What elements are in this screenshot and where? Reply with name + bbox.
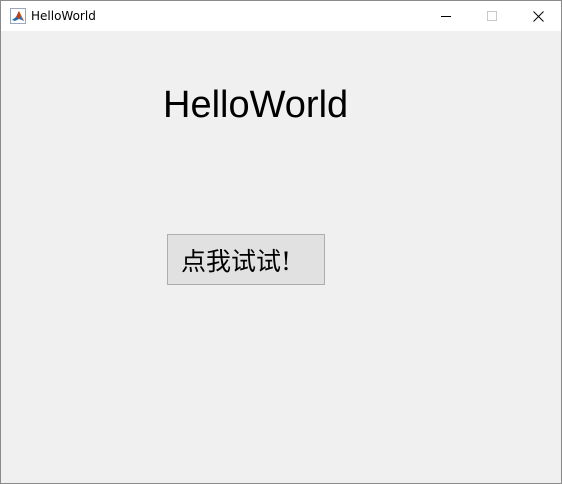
minimize-icon <box>441 11 451 21</box>
title-bar[interactable]: HelloWorld <box>1 1 561 31</box>
matlab-app-icon <box>10 8 26 24</box>
maximize-button[interactable] <box>469 1 515 31</box>
window-title: HelloWorld <box>31 9 96 23</box>
close-button[interactable] <box>515 1 561 31</box>
hello-label: HelloWorld <box>163 84 349 126</box>
close-icon <box>532 10 544 22</box>
client-area: HelloWorld 点我试试! <box>1 31 561 483</box>
maximize-icon <box>487 11 497 21</box>
try-it-button[interactable]: 点我试试! <box>167 234 325 285</box>
app-window: HelloWorld HelloWorld 点我试试! <box>0 0 562 484</box>
minimize-button[interactable] <box>423 1 469 31</box>
